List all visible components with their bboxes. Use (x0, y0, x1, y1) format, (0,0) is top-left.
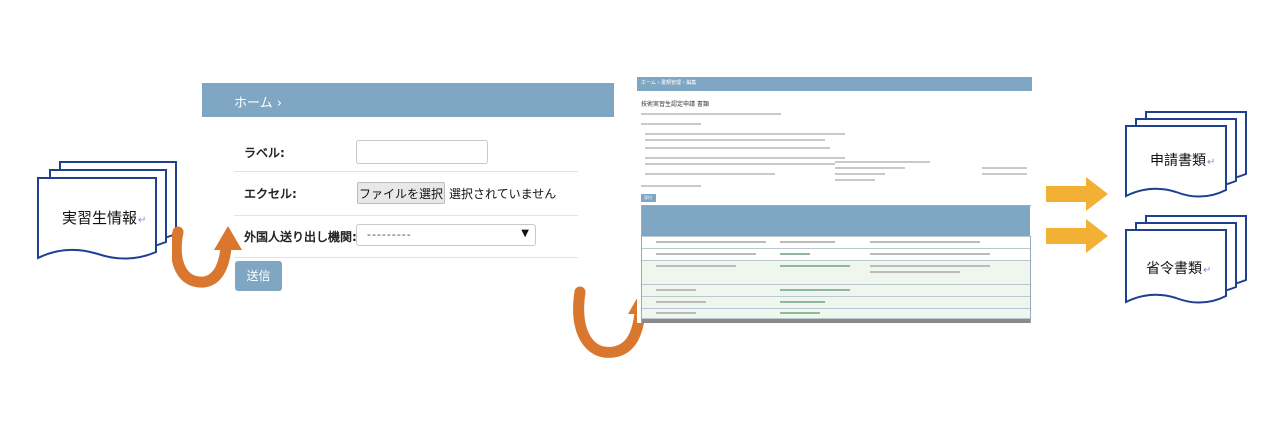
breadcrumb-home-link[interactable]: ホーム › (234, 92, 282, 111)
text-line (641, 185, 701, 187)
cell-text (780, 289, 850, 291)
table-header-cell (776, 206, 855, 236)
cell-text (780, 265, 850, 267)
table-header-cell (652, 206, 777, 236)
ordinance-docs-label: 省令書類↵ (1146, 261, 1212, 277)
text-line (641, 123, 701, 125)
cell-text (780, 312, 820, 314)
paragraph-mark-icon: ↵ (1207, 157, 1216, 168)
cell-text (870, 271, 960, 273)
file-status-text: 選択されていません (449, 187, 557, 201)
text-line (835, 167, 905, 169)
text-line (835, 179, 875, 181)
text-line (645, 157, 845, 159)
document-preview: ホーム › 書類管理 › 編集 技術実習生認定申請 書類 添付 (637, 77, 1032, 323)
text-line (641, 113, 781, 115)
text-line (982, 173, 1027, 175)
preview-tab: 添付 (641, 194, 656, 202)
cell-text (656, 241, 766, 243)
label-input[interactable] (356, 140, 488, 164)
text-line (645, 173, 775, 175)
label-field-label: ラベル: (244, 146, 285, 160)
cell-text (780, 241, 835, 243)
form-header: ホーム › (202, 83, 614, 117)
paragraph-mark-icon: ↵ (1203, 265, 1212, 276)
table-row (642, 318, 1030, 323)
preview-header: ホーム › 書類管理 › 編集 (637, 77, 1032, 91)
preview-table (641, 205, 1031, 323)
right-arrow-1-icon (1046, 177, 1108, 211)
text-line (645, 133, 845, 135)
cell-text (870, 265, 990, 267)
cell-text (656, 312, 696, 314)
application-docs-label: 申請書類↵ (1150, 153, 1216, 169)
application-docs-stack: 申請書類↵ (1124, 110, 1248, 206)
cell-text (870, 253, 990, 255)
student-info-doc-stack: 実習生情報↵ (36, 160, 178, 270)
cell-text (780, 253, 810, 255)
cell-text (656, 265, 736, 267)
table-row (642, 260, 1030, 285)
caret-down-icon: ▼ (521, 228, 529, 239)
cell-text (656, 301, 706, 303)
right-arrow-2-icon (1046, 219, 1108, 253)
preview-title: 技術実習生認定申請 書類 (641, 101, 709, 108)
text-line (982, 167, 1027, 169)
org-field-label: 外国人送り出し機関: (244, 230, 357, 244)
cell-text (656, 253, 756, 255)
upload-form: ホーム › ラベル: エクセル: ファイルを選択 選択されていません 外国人送り… (202, 83, 614, 293)
text-line (835, 161, 930, 163)
table-header-cell (1020, 206, 1031, 236)
table-header-cell (866, 206, 1011, 236)
cell-text (870, 241, 980, 243)
excel-field-label: エクセル: (244, 187, 297, 201)
choose-file-button[interactable]: ファイルを選択 (357, 182, 445, 204)
text-line (645, 139, 825, 141)
cell-text (656, 289, 696, 291)
paragraph-mark-icon: ↵ (138, 215, 147, 226)
text-line (645, 163, 835, 165)
ordinance-docs-stack: 省令書類↵ (1124, 214, 1248, 312)
submit-button[interactable]: 送信 (235, 261, 282, 291)
org-select-value: --------- (367, 228, 412, 241)
text-line (835, 173, 885, 175)
org-select[interactable]: --------- ▼ (356, 224, 536, 246)
text-line (645, 147, 830, 149)
cell-text (780, 301, 825, 303)
student-info-label: 実習生情報↵ (62, 209, 147, 227)
